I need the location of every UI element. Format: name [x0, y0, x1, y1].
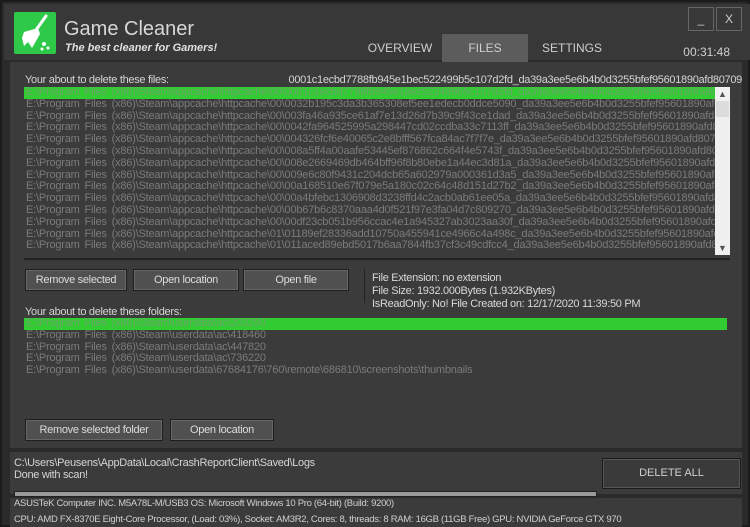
open-folder-location-button[interactable]: Open location — [170, 419, 274, 441]
system-info-line2: CPU: AMD FX-8370E Eight-Core Processor, … — [14, 514, 622, 525]
app-window: Game Cleaner The best cleaner for Gamers… — [0, 0, 750, 527]
files-list[interactable]: E:\Program Files (x86)\Steam\appcache\ht… — [24, 87, 730, 255]
list-item[interactable]: E:\Program Files (x86)\Steam\appcache\ht… — [24, 157, 730, 170]
broom-icon — [14, 12, 56, 54]
open-location-button[interactable]: Open location — [133, 269, 239, 291]
scan-progress-bar — [14, 491, 597, 497]
scrollbar[interactable]: ▲ ▼ — [715, 87, 730, 255]
list-item[interactable]: E:\Program Files (x86)\Steam\userdata\ac… — [24, 329, 727, 342]
file-meta: IsReadOnly: No! File Created on: 12/17/2… — [372, 298, 641, 310]
list-item[interactable]: E:\Program Files (x86)\Steam\userdata\67… — [24, 364, 727, 377]
tab-overview[interactable]: OVERVIEW — [360, 34, 440, 62]
progress-fill — [15, 492, 596, 496]
clock: 00:31:48 — [683, 45, 730, 59]
tab-settings[interactable]: SETTINGS — [532, 34, 612, 62]
close-button[interactable]: X — [716, 7, 742, 31]
tab-files[interactable]: FILES — [442, 34, 528, 62]
file-extension: File Extension: no extension — [372, 272, 502, 284]
scroll-up-icon[interactable]: ▲ — [715, 89, 730, 99]
remove-selected-folder-button[interactable]: Remove selected folder — [25, 419, 163, 441]
scroll-down-icon[interactable]: ▼ — [715, 243, 730, 253]
files-label: Your about to delete these files: — [25, 74, 169, 86]
folders-list[interactable]: E:\Program Files (x86)\Steam\userdata\ac… — [24, 318, 727, 380]
files-panel: Your about to delete these files: 0001c1… — [10, 62, 742, 448]
selected-file-name: 0001c1ecbd7788fb945e1bec522499b5c107d2fd… — [288, 74, 743, 86]
file-size: File Size: 1932.000Bytes (1.932KBytes) — [372, 285, 556, 297]
folders-label: Your about to delete these folders: — [25, 306, 182, 318]
header: Game Cleaner The best cleaner for Gamers… — [4, 4, 750, 62]
list-item[interactable]: E:\Program Files (x86)\Steam\appcache\ht… — [24, 240, 730, 252]
remove-selected-button[interactable]: Remove selected — [25, 269, 127, 291]
vertical-divider — [364, 269, 365, 303]
open-file-button[interactable]: Open file — [243, 269, 349, 291]
system-info-line1: ASUSTeK Computer INC. M5A78L-M/USB3 OS: … — [14, 498, 394, 509]
delete-all-button[interactable]: DELETE ALL — [602, 458, 741, 489]
app-title: Game Cleaner — [64, 18, 195, 40]
scan-path: C:\Users\Peusens\AppData\Local\CrashRepo… — [14, 457, 315, 469]
app-subtitle: The best cleaner for Gamers! — [65, 42, 218, 54]
divider — [24, 258, 730, 260]
list-item[interactable]: E:\Program Files (x86)\Steam\appcache\ht… — [24, 216, 730, 229]
list-item[interactable]: E:\Program Files (x86)\Steam\appcache\ht… — [24, 98, 730, 111]
list-item[interactable]: E:\Program Files (x86)\Steam\appcache\ht… — [24, 145, 730, 158]
minimize-button[interactable]: _ — [688, 7, 714, 31]
scan-status: Done with scan! — [14, 469, 88, 481]
list-item[interactable]: E:\Program Files (x86)\Steam\appcache\ht… — [24, 204, 730, 217]
scroll-thumb[interactable] — [716, 101, 729, 117]
